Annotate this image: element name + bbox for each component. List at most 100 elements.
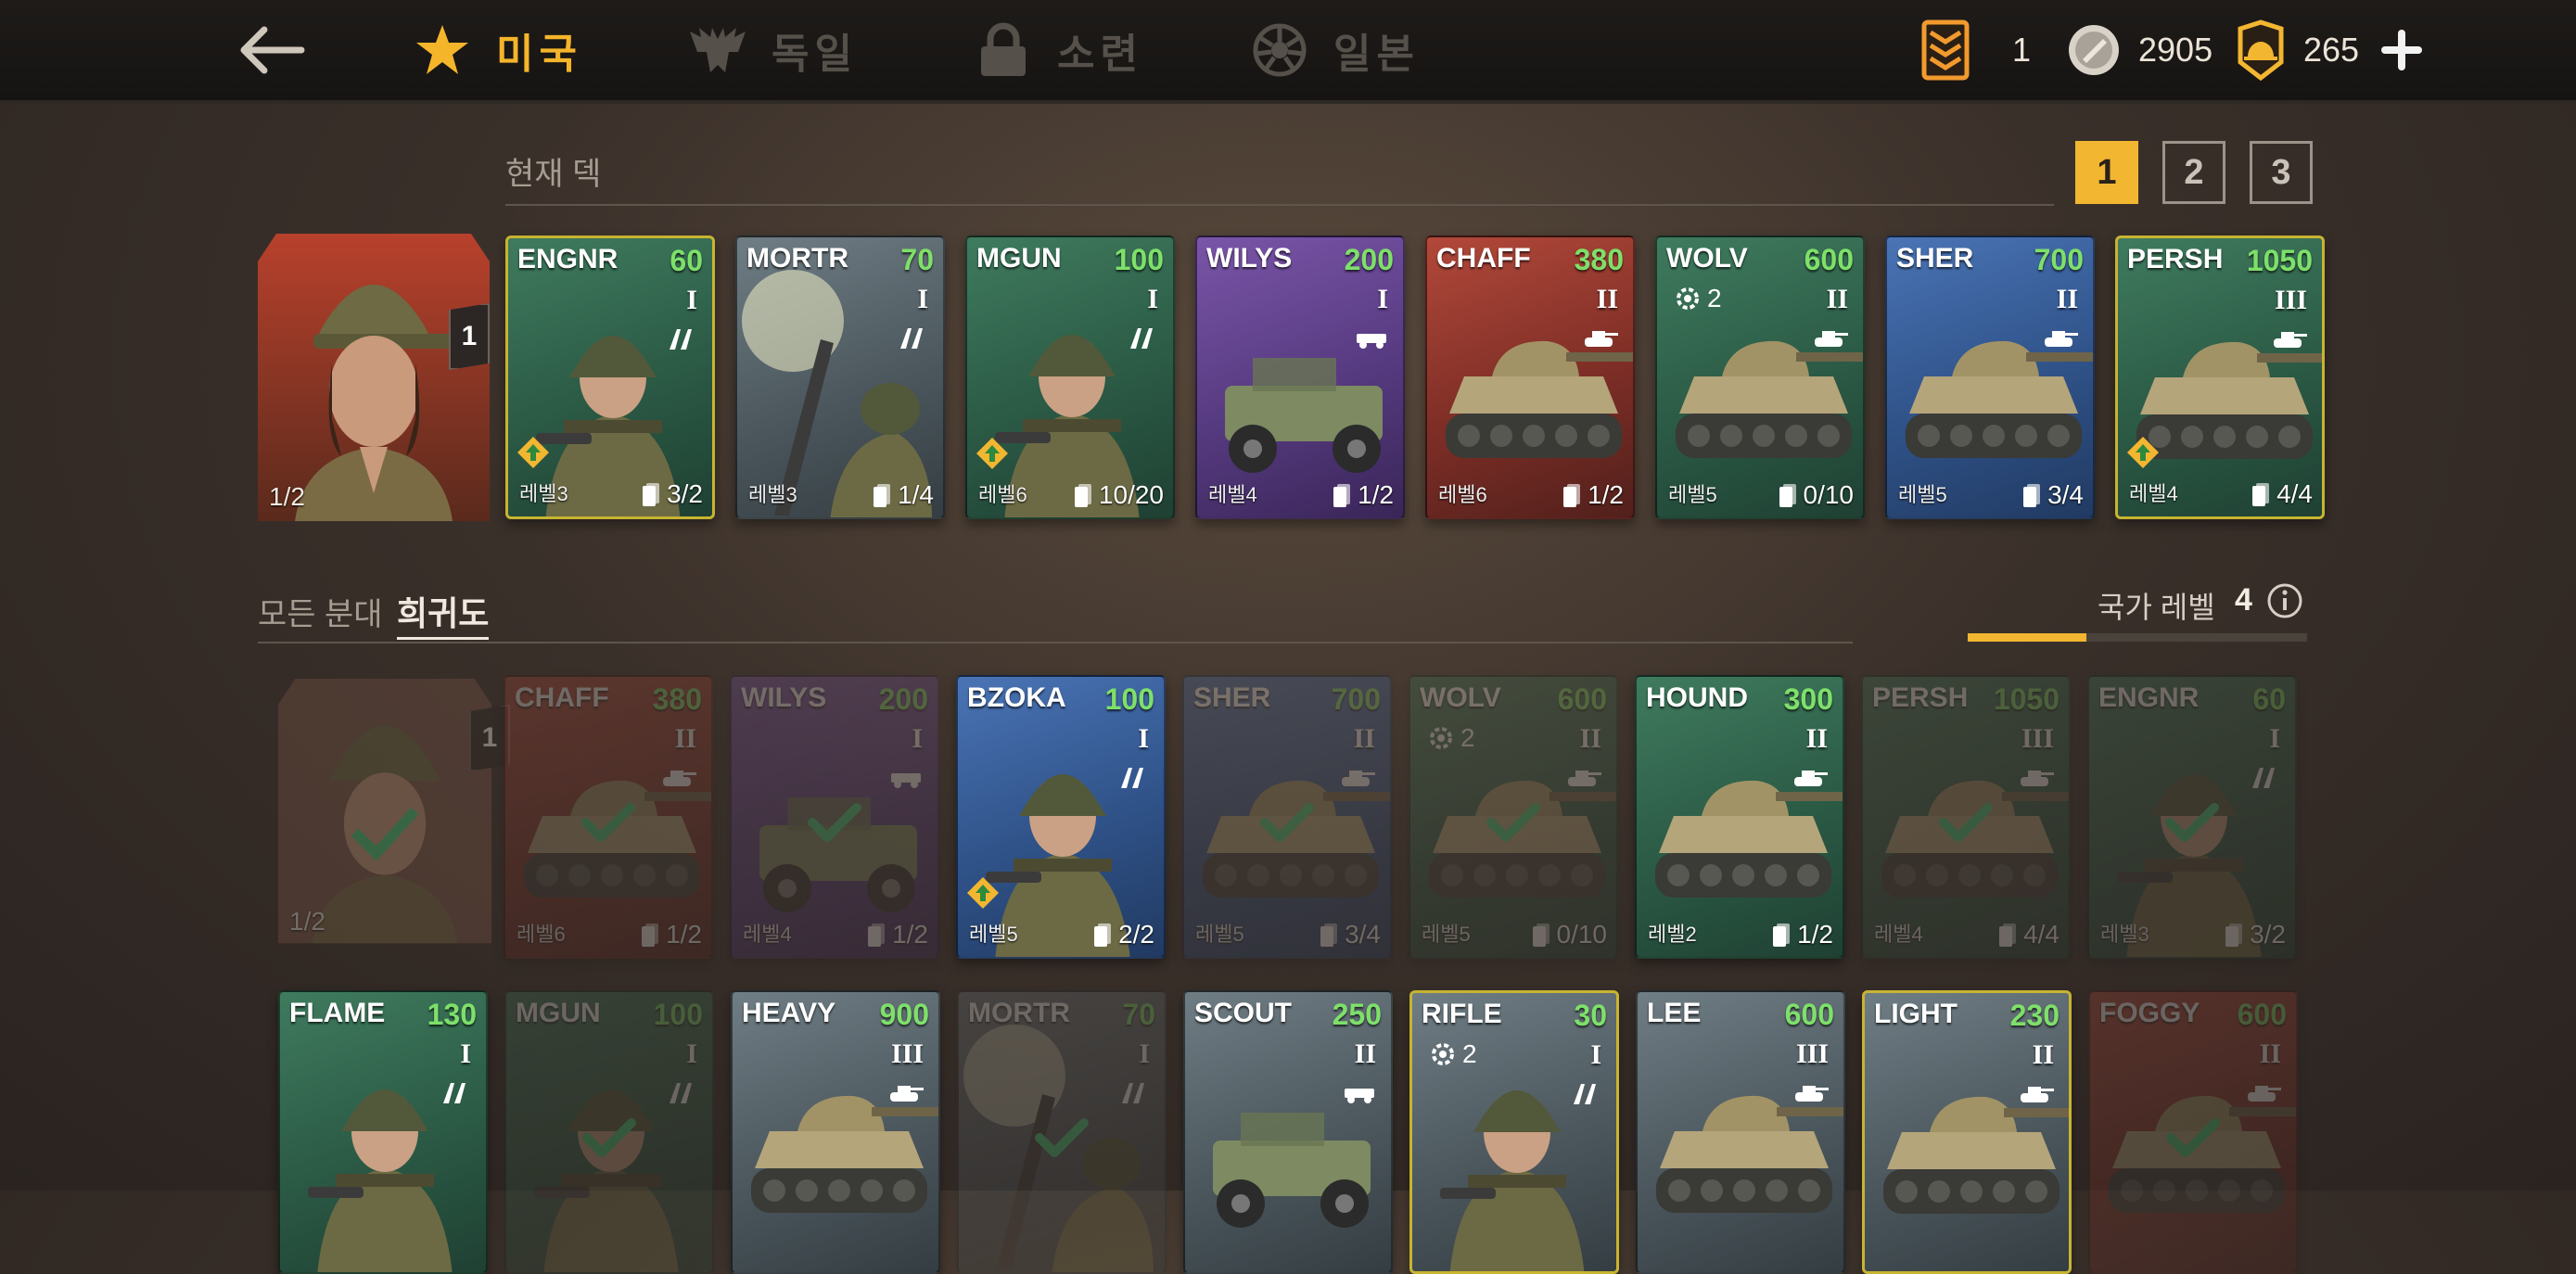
unit-cost: 300 xyxy=(1783,682,1833,716)
nation-level-value: 4 xyxy=(2235,582,2252,618)
unit-cost: 700 xyxy=(2034,243,2084,276)
tab-label: 독일 xyxy=(772,32,858,77)
lock-icon xyxy=(974,20,1033,80)
unit-card[interactable]: SHER 700 II 레벨5 3/4 xyxy=(1182,675,1392,959)
unit-art xyxy=(1185,992,1391,1272)
unit-tier: II xyxy=(1596,284,1618,314)
unit-card[interactable]: LIGHT 230 II xyxy=(1862,990,2072,1274)
unit-card[interactable]: CHAFF 380 II 레벨6 1/2 xyxy=(1425,236,1635,519)
unit-card[interactable]: PERSH 1050 III 레벨4 4/4 xyxy=(1861,675,2071,959)
upgrade-arrow-icon xyxy=(976,438,1008,469)
tab-ussr[interactable]: 소련 xyxy=(974,17,1143,83)
unit-card[interactable]: WILYS 200 I 레벨4 1/2 xyxy=(730,675,939,959)
tab-japan[interactable]: 일본 xyxy=(1250,17,1420,83)
unit-card-count: 1/2 xyxy=(640,920,702,949)
unit-card[interactable]: SHER 700 II 레벨5 3/4 xyxy=(1885,236,2095,519)
info-icon xyxy=(2267,583,2302,618)
nation-level-progress xyxy=(1968,633,2307,642)
unit-tier: III xyxy=(2274,285,2307,315)
unit-card[interactable]: LEE 600 III xyxy=(1636,990,1845,1274)
unit-card-count-value: 1/2 xyxy=(1588,480,1624,509)
in-deck-check-icon xyxy=(1035,1118,1089,1158)
unit-card[interactable]: WOLV 600 II 2 레벨5 0/10 xyxy=(1655,236,1865,519)
unit-card[interactable]: SCOUT 250 II xyxy=(1183,990,1393,1274)
unit-cost: 100 xyxy=(653,998,703,1031)
infantry-role-icon xyxy=(670,1083,692,1103)
unit-tier: II xyxy=(1354,1038,1376,1069)
unit-level: 레벨6 xyxy=(1438,483,1487,506)
unit-card-count-value: 1/2 xyxy=(666,920,702,949)
gold-count: 265 xyxy=(2303,31,2360,69)
unit-name: LEE xyxy=(1647,998,1702,1028)
unit-card[interactable]: ENGNR 60 I 레벨3 3/2 xyxy=(505,236,715,519)
unit-level: 레벨4 xyxy=(1874,923,1923,946)
card-stack-icon xyxy=(2225,924,2243,947)
unit-card[interactable]: BZOKA 100 I 레벨5 2/2 xyxy=(956,675,1166,959)
in-deck-check-icon xyxy=(1486,803,1540,843)
tank-role-icon xyxy=(1815,331,1848,347)
in-deck-check-icon xyxy=(1939,803,1993,843)
unit-tier: III xyxy=(2021,723,2054,754)
unit-name: ENGNR xyxy=(517,244,618,274)
unit-card[interactable]: ENGNR 60 I 레벨3 3/2 xyxy=(2087,675,2297,959)
unit-cost: 900 xyxy=(879,998,929,1031)
unit-card[interactable]: PERSH 1050 III 레벨4 4/4 xyxy=(2115,236,2325,519)
unit-tier: I xyxy=(686,285,697,315)
unit-card[interactable]: HEAVY 900 III xyxy=(731,990,940,1274)
unit-card[interactable]: MGUN 100 I xyxy=(504,990,714,1274)
unit-card[interactable]: MORTR 70 I 레벨3 1/4 xyxy=(735,236,945,519)
unit-card[interactable]: CHAFF 380 II 레벨6 1/2 xyxy=(504,675,713,959)
unit-cost: 70 xyxy=(1122,998,1155,1031)
unit-card[interactable]: RIFLE 30 I 2 xyxy=(1409,990,1619,1274)
unit-card-count: 10/20 xyxy=(1073,480,1164,510)
unit-tier: III xyxy=(1795,1038,1829,1069)
unit-card[interactable]: FLAME 130 I xyxy=(278,990,488,1274)
infantry-role-icon xyxy=(1130,328,1153,349)
unit-card-count-value: 3/4 xyxy=(1345,920,1381,949)
unit-card[interactable]: FOGGY 600 II xyxy=(2088,990,2298,1274)
unit-art xyxy=(733,992,938,1272)
unit-card-count-value: 2/2 xyxy=(1118,920,1154,949)
unit-tier: I xyxy=(1377,284,1388,314)
add-currency-button[interactable] xyxy=(2374,22,2429,78)
commander-card[interactable]: 1 1/2 xyxy=(258,224,490,521)
unit-card[interactable]: WOLV 600 II 2 레벨5 0/10 xyxy=(1409,675,1618,959)
unit-card[interactable]: WILYS 200 I 레벨4 1/2 xyxy=(1195,236,1405,519)
commander-card-collection[interactable]: 1 1/2 xyxy=(278,649,510,946)
tab-usa[interactable]: 미국 xyxy=(413,17,582,83)
unit-cost: 1050 xyxy=(1993,682,2060,716)
deck-tab-3[interactable]: 3 xyxy=(2250,141,2313,204)
sort-rarity-button[interactable]: 희귀도 xyxy=(397,587,490,640)
unit-name: SHER xyxy=(1193,682,1271,713)
tank-role-icon xyxy=(2021,771,2054,786)
unit-name: RIFLE xyxy=(1422,999,1502,1029)
unit-card[interactable]: MGUN 100 I 레벨6 10/20 xyxy=(965,236,1175,519)
unit-name: BZOKA xyxy=(967,682,1066,713)
upgrade-arrow-icon xyxy=(2127,437,2159,468)
unit-art xyxy=(737,237,943,517)
unit-tier: II xyxy=(1579,723,1601,754)
unit-cost: 200 xyxy=(1344,243,1394,276)
commander-slot-count: 1/2 xyxy=(269,482,305,511)
unit-cost: 60 xyxy=(670,244,703,277)
unit-tier: II xyxy=(674,723,696,754)
unit-name: ENGNR xyxy=(2098,682,2200,713)
vehicle-role-icon xyxy=(891,773,921,788)
info-button[interactable] xyxy=(2266,582,2303,619)
unit-level: 레벨6 xyxy=(978,483,1027,506)
tab-germany[interactable]: 독일 xyxy=(688,17,858,83)
unit-card[interactable]: MORTR 70 I xyxy=(957,990,1167,1274)
unit-cost: 100 xyxy=(1104,682,1154,716)
unit-level: 레벨4 xyxy=(743,923,792,946)
unit-tier: II xyxy=(2056,284,2078,314)
deck-tab-2[interactable]: 2 xyxy=(2162,141,2225,204)
back-button[interactable] xyxy=(236,20,305,80)
unit-card-count: 0/10 xyxy=(1778,480,1854,510)
current-deck-title: 현재 덱 xyxy=(505,157,602,192)
deck-tab-1[interactable]: 1 xyxy=(2075,141,2138,204)
tank-role-icon xyxy=(890,1086,924,1102)
silver-coin-icon xyxy=(2069,25,2119,75)
rising-sun-icon xyxy=(1250,20,1309,80)
unit-card[interactable]: HOUND 300 II 레벨2 1/2 xyxy=(1635,675,1844,959)
tank-role-icon xyxy=(1585,331,1618,347)
